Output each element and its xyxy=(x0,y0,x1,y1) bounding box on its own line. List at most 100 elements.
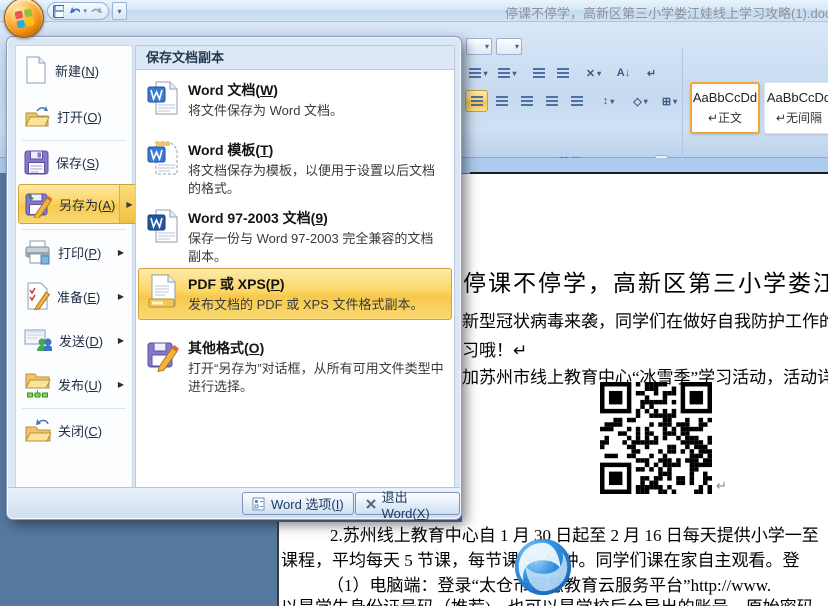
style-name: ↵正文 xyxy=(708,109,742,126)
style-set-dropdown[interactable]: ▾ xyxy=(466,38,492,55)
chevron-down-icon: ▾ xyxy=(515,42,519,51)
document-line: 2.苏州线上教育中心自 1 月 30 日起至 2 月 16 日每天提供小学一至 xyxy=(330,521,819,546)
customize-qat-dropdown[interactable]: ▾ xyxy=(112,2,127,20)
office-menu: 新建(N) 打开(O) 保存(S) 另存为(A) ▶ 打印(P) ▶ xyxy=(6,36,462,520)
submenu-item-word-template[interactable]: Word 模板(T) 将文档保存为模板，以便用于设置以后文档的格式。 xyxy=(138,134,452,204)
qr-code xyxy=(600,382,712,494)
save-icon[interactable] xyxy=(53,5,64,18)
borders-button[interactable]: ⊞▾ xyxy=(656,90,683,112)
menu-item-new[interactable]: 新建(N) xyxy=(18,50,130,90)
sort-button[interactable]: A↓ xyxy=(612,62,635,84)
justify-icon xyxy=(546,96,558,106)
office-logo-icon xyxy=(15,9,34,28)
chevron-down-icon: ▾ xyxy=(644,97,648,106)
close-x-icon xyxy=(365,498,376,510)
chevron-down-icon: ▾ xyxy=(117,7,121,16)
chevron-down-icon: ▾ xyxy=(610,97,614,106)
submenu-item-other-formats[interactable]: 其他格式(O) 打开“另存为”对话框，从所有可用文件类型中进行选择。 xyxy=(138,332,452,402)
save-as-submenu: 保存文档副本 Word 文档(W) 将文件保存为 Word 文档。 Word 模… xyxy=(135,45,455,491)
office-menu-left-column: 新建(N) 打开(O) 保存(S) 另存为(A) ▶ 打印(P) ▶ xyxy=(15,45,133,491)
save-as-icon xyxy=(25,191,52,218)
align-right-icon xyxy=(521,96,533,106)
style-no-spacing[interactable]: AaBbCcDd ↵无间隔 xyxy=(764,82,828,134)
save-icon xyxy=(24,150,49,175)
chevron-down-icon: ▾ xyxy=(485,42,489,51)
group-separator xyxy=(682,48,683,174)
list-icon xyxy=(469,68,481,78)
align-left-button[interactable] xyxy=(465,90,488,112)
send-icon xyxy=(24,328,52,352)
pilcrow-icon: ↵ xyxy=(647,67,656,80)
prepare-icon xyxy=(24,282,50,310)
change-styles-dropdown[interactable]: ▾ xyxy=(496,38,522,55)
chevron-down-icon: ▾ xyxy=(673,97,677,106)
borders-icon: ⊞ xyxy=(662,95,671,108)
distribute-icon xyxy=(571,96,583,106)
shading-button[interactable]: ◇▾ xyxy=(627,90,654,112)
decrease-indent-icon xyxy=(533,68,545,78)
chevron-down-icon: ▾ xyxy=(512,69,516,78)
asian-layout-button[interactable]: ✕▾ xyxy=(580,62,607,84)
align-right-button[interactable] xyxy=(515,90,538,112)
exit-word-button[interactable]: 退出 Word(X) xyxy=(355,492,460,515)
menu-item-close-document[interactable]: 关闭(C) xyxy=(18,410,130,450)
style-sample: AaBbCcDd xyxy=(767,90,828,105)
align-left-icon xyxy=(471,96,483,106)
undo-icon[interactable] xyxy=(67,5,80,17)
style-sample: AaBbCcDd xyxy=(693,90,757,105)
menu-item-save[interactable]: 保存(S) xyxy=(18,142,130,182)
word-window: ▾ ▾ ▾ ▾ ✕▾ A↓ ↵ ↕▾ ◇▾ ⊞▾ 段落 ◿ AaBbCcDd ↵… xyxy=(0,0,828,606)
word-options-button[interactable]: Word 选项(I) xyxy=(242,492,354,515)
multilevel-list-button[interactable]: ▾ xyxy=(494,62,521,84)
quick-access-toolbar: ▾ xyxy=(47,2,109,20)
menu-separator xyxy=(22,408,126,409)
distribute-button[interactable] xyxy=(565,90,588,112)
word-options-icon xyxy=(252,497,265,511)
menu-item-prepare[interactable]: 准备(E) ▶ xyxy=(18,276,130,316)
chevron-down-icon: ▾ xyxy=(483,69,487,78)
chevron-down-icon[interactable]: ▾ xyxy=(83,7,87,15)
submenu-item-pdf-xps[interactable]: PDF 或 XPS(P) 发布文档的 PDF 或 XPS 文件格式副本。 xyxy=(138,268,452,320)
sort-icon: A↓ xyxy=(617,67,630,79)
submenu-arrow-icon: ▶ xyxy=(118,380,124,389)
new-document-icon xyxy=(24,56,48,84)
chevron-down-icon: ▾ xyxy=(597,69,601,78)
menu-item-publish[interactable]: 发布(U) ▶ xyxy=(18,364,130,404)
paragraph-mark: ↵ xyxy=(716,478,727,494)
window-title: 停课不停学，高新区第三小学娄江娃线上学习攻略(1).docx - Micr xyxy=(505,3,828,22)
submenu-arrow-icon: ▶ xyxy=(118,248,124,257)
menu-item-send[interactable]: 发送(D) ▶ xyxy=(18,320,130,360)
increase-indent-icon xyxy=(557,68,569,78)
align-center-button[interactable] xyxy=(490,90,513,112)
line-spacing-button[interactable]: ↕▾ xyxy=(594,90,623,112)
document-line: 习哦！↵ xyxy=(462,336,527,361)
style-name: ↵无间隔 xyxy=(776,109,822,126)
document-heading: 停课不停学，高新区第三小学娄江娃线上学 xyxy=(463,264,828,298)
increase-indent-button[interactable] xyxy=(551,62,574,84)
list-icon xyxy=(498,68,510,78)
redo-icon[interactable] xyxy=(90,5,103,17)
submenu-item-word-97-2003[interactable]: Word 97-2003 文档(9) 保存一份与 Word 97-2003 完全… xyxy=(138,202,452,272)
numbered-list-button[interactable]: ▾ xyxy=(465,62,492,84)
submenu-item-word-document[interactable]: Word 文档(W) 将文件保存为 Word 文档。 xyxy=(138,74,452,126)
submenu-header: 保存文档副本 xyxy=(136,46,454,70)
office-menu-footer: Word 选项(I) 退出 Word(X) xyxy=(8,487,460,518)
menu-item-print[interactable]: 打印(P) ▶ xyxy=(18,232,130,272)
menu-item-open[interactable]: 打开(O) xyxy=(18,96,130,136)
document-line: 新型冠状病毒来袭，同学们在做好自我防护工作的同时，可以 xyxy=(462,307,828,332)
decrease-indent-button[interactable] xyxy=(527,62,550,84)
open-folder-icon xyxy=(24,104,50,128)
asian-layout-icon: ✕ xyxy=(586,67,595,80)
menu-separator xyxy=(22,140,126,141)
shading-icon: ◇ xyxy=(633,95,641,108)
line-spacing-icon: ↕ xyxy=(603,95,609,107)
align-center-icon xyxy=(496,96,508,106)
show-marks-button[interactable]: ↵ xyxy=(640,62,663,84)
menu-item-save-as[interactable]: 另存为(A) ▶ xyxy=(18,184,140,224)
submenu-arrow-icon: ▶ xyxy=(118,292,124,301)
word-document-icon xyxy=(147,80,179,116)
word-97-2003-icon xyxy=(147,208,179,244)
publish-icon xyxy=(24,370,51,398)
justify-button[interactable] xyxy=(540,90,563,112)
style-normal[interactable]: AaBbCcDd ↵正文 xyxy=(690,82,760,134)
